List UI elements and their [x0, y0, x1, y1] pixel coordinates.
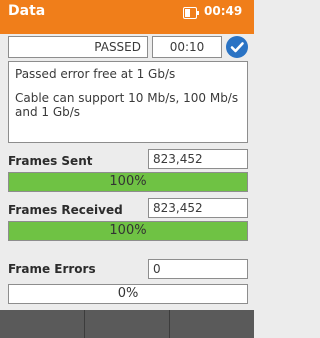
- frames-received-label: Frames Received: [8, 203, 123, 217]
- softkey-2[interactable]: [85, 310, 170, 338]
- battery-icon: [183, 7, 199, 19]
- softkey-1[interactable]: [0, 310, 85, 338]
- result-message: Passed error free at 1 Gb/s: [15, 67, 176, 81]
- frames-sent-value: 823,452: [148, 149, 248, 169]
- frame-errors-label: Frame Errors: [8, 262, 96, 276]
- frames-sent-progress: 100%: [8, 172, 248, 192]
- result-info-box: Passed error free at 1 Gb/s Cable can su…: [8, 61, 248, 143]
- softkey-3[interactable]: [170, 310, 254, 338]
- clock: 00:49: [204, 4, 243, 18]
- frames-received-percent: 100%: [109, 223, 147, 238]
- frame-errors-progress: 0%: [8, 284, 248, 304]
- softkey-bar: [0, 310, 254, 338]
- screen-title: Data: [8, 3, 46, 19]
- check-circle-icon: [226, 36, 248, 58]
- cable-capability-message: Cable can support 10 Mb/s, 100 Mb/s and …: [15, 91, 239, 119]
- frames-received-value: 823,452: [148, 198, 248, 218]
- frame-errors-value: 0: [148, 259, 248, 279]
- test-timer-field: 00:10: [152, 36, 222, 58]
- frame-errors-percent: 0%: [117, 286, 139, 301]
- frames-received-progress: 100%: [8, 221, 248, 241]
- status-bar: Data 00:49: [0, 0, 254, 34]
- frames-sent-percent: 100%: [109, 174, 147, 189]
- frames-sent-label: Frames Sent: [8, 154, 93, 168]
- test-status-field: PASSED: [8, 36, 148, 58]
